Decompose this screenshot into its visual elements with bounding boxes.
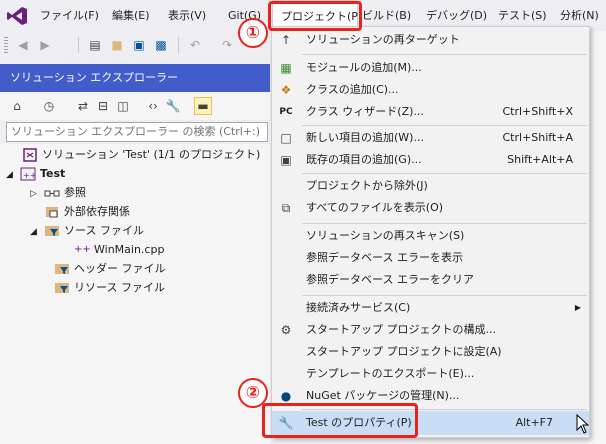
show-all-files-icon: ⧉ (281, 201, 291, 215)
tree-item-label: ソース ファイル (64, 224, 144, 237)
menu-item-existing-item[interactable]: ▣ 既存の項目の追加(G)... Shift+Alt+A (272, 149, 589, 171)
menu-file[interactable]: ファイル(F) (40, 0, 99, 31)
redo-icon[interactable]: ↷ (218, 36, 236, 54)
tree-item-external-deps[interactable]: 外部依存関係 (44, 202, 130, 221)
tree-item-label: Test (40, 167, 66, 180)
solution-explorer-toolbar: ⌂ ◷ ⇄ ⊟ ◫ ‹› 🔧 ▬ (0, 92, 270, 120)
filter-folder-icon (54, 280, 70, 296)
menu-separator (302, 223, 587, 224)
menu-view[interactable]: 表示(V) (168, 0, 206, 31)
solution-tree: ソリューション 'Test' (1/1 のプロジェクト) ◢ ++ Test ▷ 参照… (0, 144, 270, 444)
new-project-icon[interactable]: ▤ (86, 36, 104, 54)
class-wizard-icon: PC (279, 107, 293, 117)
open-folder-icon[interactable]: ■ (108, 36, 126, 54)
menu-item-connected-services[interactable]: 接続済みサービス(C) ▶ (272, 297, 589, 319)
references-icon (44, 185, 60, 201)
callout-box-properties (262, 403, 418, 438)
tree-item-source-files[interactable]: ◢ ソース ファイル (30, 221, 144, 240)
project-menu-dropdown: ↑ ソリューションの再ターゲット ▦ モジュールの追加(M)... ❖ クラスの… (271, 26, 590, 438)
toolbar-grip[interactable] (4, 37, 8, 53)
menu-item-retarget[interactable]: ↑ ソリューションの再ターゲット (272, 29, 589, 51)
solution-explorer-title: ソリューション エクスプローラー (0, 64, 270, 92)
back-icon[interactable]: ◀ (14, 36, 32, 54)
add-class-icon: ❖ (280, 83, 292, 97)
wrench-icon[interactable]: 🔧 (164, 97, 182, 115)
tree-item-label: ソリューション 'Test' (1/1 のプロジェクト) (42, 148, 261, 161)
menu-item-new-item[interactable]: □ 新しい項目の追加(W)... Ctrl+Shift+A (272, 127, 589, 149)
menu-item-add-module[interactable]: ▦ モジュールの追加(M)... (272, 57, 589, 79)
submenu-arrow-icon: ▶ (574, 303, 581, 312)
tree-item-resource-files[interactable]: リソース ファイル (54, 278, 165, 297)
forward-icon[interactable]: ▶ (36, 36, 54, 54)
mouse-cursor-icon (576, 413, 590, 434)
menu-item-show-db-errors[interactable]: 参照データベース エラーを表示 (272, 247, 589, 269)
menu-item-set-startup[interactable]: スタートアップ プロジェクトに設定(A) (272, 341, 589, 363)
cpp-project-icon: ++ (20, 166, 36, 182)
filter-folder-icon (44, 223, 60, 239)
existing-item-icon: ▣ (280, 153, 292, 167)
tree-item-label: WinMain.cpp (94, 243, 165, 256)
save-icon[interactable]: ▣ (130, 36, 148, 54)
callout-number-one: ① (238, 18, 268, 48)
history-icon[interactable]: ◷ (40, 97, 58, 115)
menu-separator (302, 295, 587, 296)
new-item-icon: □ (280, 131, 292, 145)
tree-item-label: ヘッダー ファイル (74, 262, 166, 275)
tree-item-label: リソース ファイル (74, 281, 165, 294)
retarget-icon: ↑ (280, 33, 292, 47)
tree-item-label: 参照 (64, 186, 86, 199)
pages-icon[interactable]: ◫ (114, 97, 132, 115)
menu-edit[interactable]: 編集(E) (112, 0, 150, 31)
tree-item-header-files[interactable]: ヘッダー ファイル (54, 259, 166, 278)
menu-item-clear-db-errors[interactable]: 参照データベース エラーをクリア (272, 269, 589, 291)
menu-separator (302, 173, 587, 174)
menu-item-export-template[interactable]: テンプレートのエクスポート(E)... (272, 363, 589, 385)
tree-item-references[interactable]: ▷ 参照 (30, 183, 86, 202)
preview-selected-icon[interactable]: ▬ (194, 97, 212, 115)
tree-item-project[interactable]: ◢ ++ Test (6, 164, 65, 183)
toolbar-separator (178, 37, 179, 53)
solution-explorer-search-input[interactable]: ソリューション エクスプローラー の検索 (Ctrl+:) (6, 122, 268, 142)
collapse-icon[interactable]: ⊟ (94, 97, 112, 115)
nuget-icon: ● (280, 389, 292, 403)
menu-item-startup-config[interactable]: ⚙ スタートアップ プロジェクトの構成... (272, 319, 589, 341)
save-all-icon[interactable]: ▩ (152, 36, 170, 54)
visual-studio-logo-icon[interactable] (6, 6, 28, 26)
menu-separator (302, 54, 587, 55)
expanded-arrow-icon[interactable]: ◢ (6, 166, 20, 185)
expanded-arrow-icon[interactable]: ◢ (30, 223, 44, 242)
callout-number-two: ② (238, 378, 268, 408)
home-icon[interactable]: ⌂ (8, 97, 26, 115)
solution-icon (22, 147, 38, 163)
undo-icon[interactable]: ↶ (186, 36, 204, 54)
add-module-icon: ▦ (280, 61, 292, 75)
sync-icon[interactable]: ⇄ (74, 97, 92, 115)
cpp-file-icon: ++ (74, 244, 91, 255)
menu-item-show-all-files[interactable]: ⧉ すべてのファイルを表示(O) (272, 197, 589, 219)
tree-item-winmain[interactable]: ++ WinMain.cpp (74, 240, 164, 259)
gear-icon: ⚙ (280, 323, 292, 337)
menu-item-rescan[interactable]: ソリューションの再スキャン(S) (272, 225, 589, 247)
menu-item-add-class[interactable]: ❖ クラスの追加(C)... (272, 79, 589, 101)
external-deps-icon (44, 204, 60, 220)
filter-folder-icon (54, 261, 70, 277)
toolbar-separator (78, 37, 79, 53)
editor-area (588, 31, 606, 444)
collapsed-arrow-icon[interactable]: ▷ (30, 185, 44, 204)
tree-item-solution[interactable]: ソリューション 'Test' (1/1 のプロジェクト) (22, 145, 260, 164)
callout-box-project-menu (268, 1, 362, 31)
menu-item-exclude[interactable]: プロジェクトから除外(J) (272, 175, 589, 197)
menu-item-class-wizard[interactable]: PC クラス ウィザード(Z)... Ctrl+Shift+X (272, 101, 589, 123)
code-view-icon[interactable]: ‹› (144, 97, 162, 115)
menu-separator (302, 125, 587, 126)
tree-item-label: 外部依存関係 (64, 205, 130, 218)
svg-text:++: ++ (23, 171, 36, 180)
